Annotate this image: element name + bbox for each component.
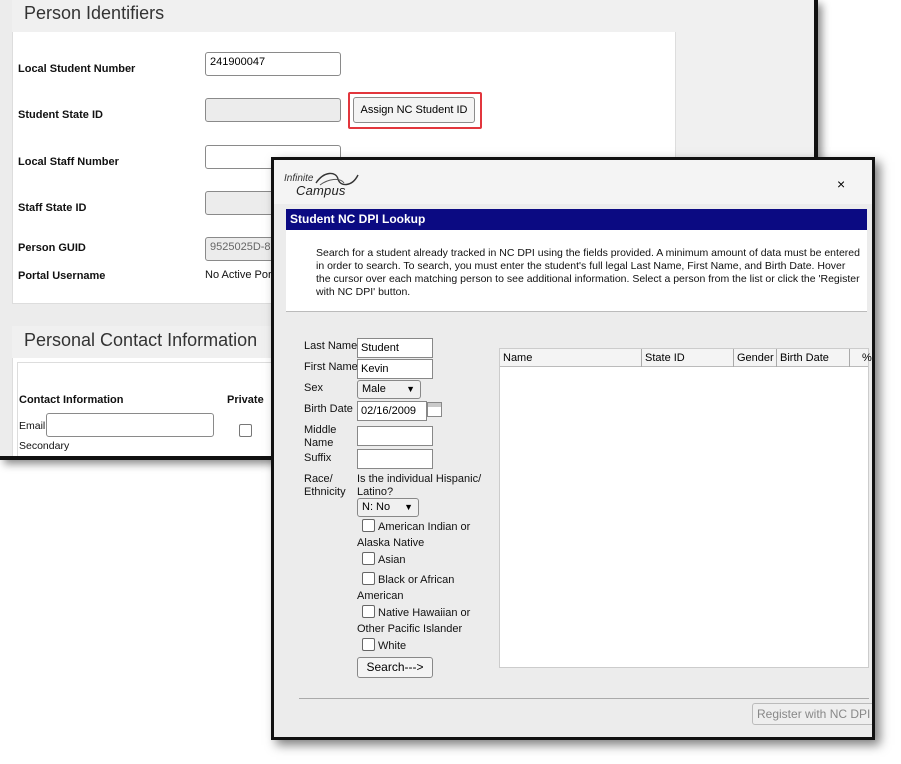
email-input[interactable]: [46, 413, 214, 437]
student-state-id-label: Student State ID: [18, 109, 103, 121]
hispanic-question-line1: Is the individual Hispanic/: [357, 473, 482, 485]
american-indian-label-line1: American Indian or: [378, 521, 471, 533]
birth-date-input[interactable]: 02/16/2009: [357, 401, 427, 421]
portal-username-value: No Active Por: [205, 269, 272, 281]
black-label-line2: American: [357, 590, 404, 602]
chevron-down-icon: ▼: [406, 384, 415, 394]
hispanic-select-value: N: No: [362, 501, 391, 513]
sex-label: Sex: [304, 382, 323, 394]
race-label-line1: Race/: [304, 473, 333, 485]
results-grid: Name State ID Gender Birth Date %: [499, 348, 872, 668]
secondary-email-label: Secondary: [19, 440, 70, 452]
column-state-id[interactable]: State ID: [642, 349, 734, 367]
black-label-line1: Black or African: [378, 574, 455, 586]
footer-divider: [299, 698, 869, 699]
asian-label: Asian: [378, 554, 406, 566]
native-hawaiian-checkbox[interactable]: [362, 605, 375, 618]
middle-name-label-line2: Name: [304, 437, 334, 449]
hispanic-question-line2: Latino?: [357, 486, 394, 498]
asian-checkbox[interactable]: [362, 552, 375, 565]
instructions-panel: Search for a student already tracked in …: [286, 230, 867, 312]
portal-username-label: Portal Username: [18, 270, 106, 282]
personal-contact-title: Personal Contact Information: [24, 330, 258, 350]
column-match-percent[interactable]: %: [850, 349, 872, 367]
local-student-number-input[interactable]: 241900047: [205, 52, 341, 76]
person-guid-label: Person GUID: [18, 242, 86, 254]
instructions-text: Search for a student already tracked in …: [316, 247, 860, 298]
white-label: White: [378, 640, 407, 652]
modal-header: Infinite Campus ×: [274, 160, 872, 204]
native-hawaiian-label-line2: Other Pacific Islander: [357, 623, 463, 635]
chevron-down-icon: ▼: [404, 502, 413, 512]
private-header: Private: [227, 394, 264, 406]
sex-select-value: Male: [362, 383, 386, 395]
suffix-input[interactable]: [357, 449, 433, 469]
first-name-label: First Name: [304, 361, 358, 373]
email-label: Email:: [19, 420, 49, 432]
last-name-label: Last Name: [304, 340, 358, 352]
results-header: Name State ID Gender Birth Date %: [500, 349, 872, 367]
email-private-checkbox[interactable]: [239, 424, 252, 437]
middle-name-input[interactable]: [357, 426, 433, 446]
search-button[interactable]: Search--->: [357, 657, 433, 678]
contact-information-header: Contact Information: [19, 394, 124, 406]
column-name[interactable]: Name: [500, 349, 642, 367]
local-staff-number-label: Local Staff Number: [18, 156, 119, 168]
first-name-input[interactable]: Kevin: [357, 359, 433, 379]
black-checkbox[interactable]: [362, 572, 375, 585]
nc-dpi-lookup-modal: Infinite Campus × Student NC DPI Lookup …: [271, 157, 875, 740]
staff-state-id-label: Staff State ID: [18, 202, 87, 214]
local-student-number-label: Local Student Number: [18, 63, 136, 75]
middle-name-label-line1: Middle: [304, 424, 337, 436]
white-checkbox[interactable]: [362, 638, 375, 651]
hispanic-select[interactable]: N: No ▼: [357, 498, 419, 517]
native-hawaiian-label-line1: Native Hawaiian or: [378, 607, 471, 619]
register-with-nc-dpi-button: Register with NC DPI: [752, 703, 872, 725]
column-birth-date[interactable]: Birth Date: [777, 349, 850, 367]
birth-date-label: Birth Date: [304, 403, 353, 415]
american-indian-label-line2: Alaska Native: [357, 537, 425, 549]
last-name-input[interactable]: Student: [357, 338, 433, 358]
logo-campus-text: Campus: [296, 183, 346, 198]
american-indian-checkbox[interactable]: [362, 519, 375, 532]
person-identifiers-title: Person Identifiers: [24, 3, 165, 23]
calendar-icon[interactable]: [427, 402, 442, 417]
race-label-line2: Ethnicity: [304, 486, 346, 498]
suffix-label: Suffix: [304, 452, 332, 464]
student-state-id-input: [205, 98, 341, 122]
sex-select[interactable]: Male ▼: [357, 380, 421, 399]
modal-title: Student NC DPI Lookup: [286, 209, 867, 230]
assign-nc-student-id-button[interactable]: Assign NC Student ID: [353, 97, 475, 123]
column-gender[interactable]: Gender: [734, 349, 777, 367]
close-icon[interactable]: ×: [837, 176, 845, 192]
